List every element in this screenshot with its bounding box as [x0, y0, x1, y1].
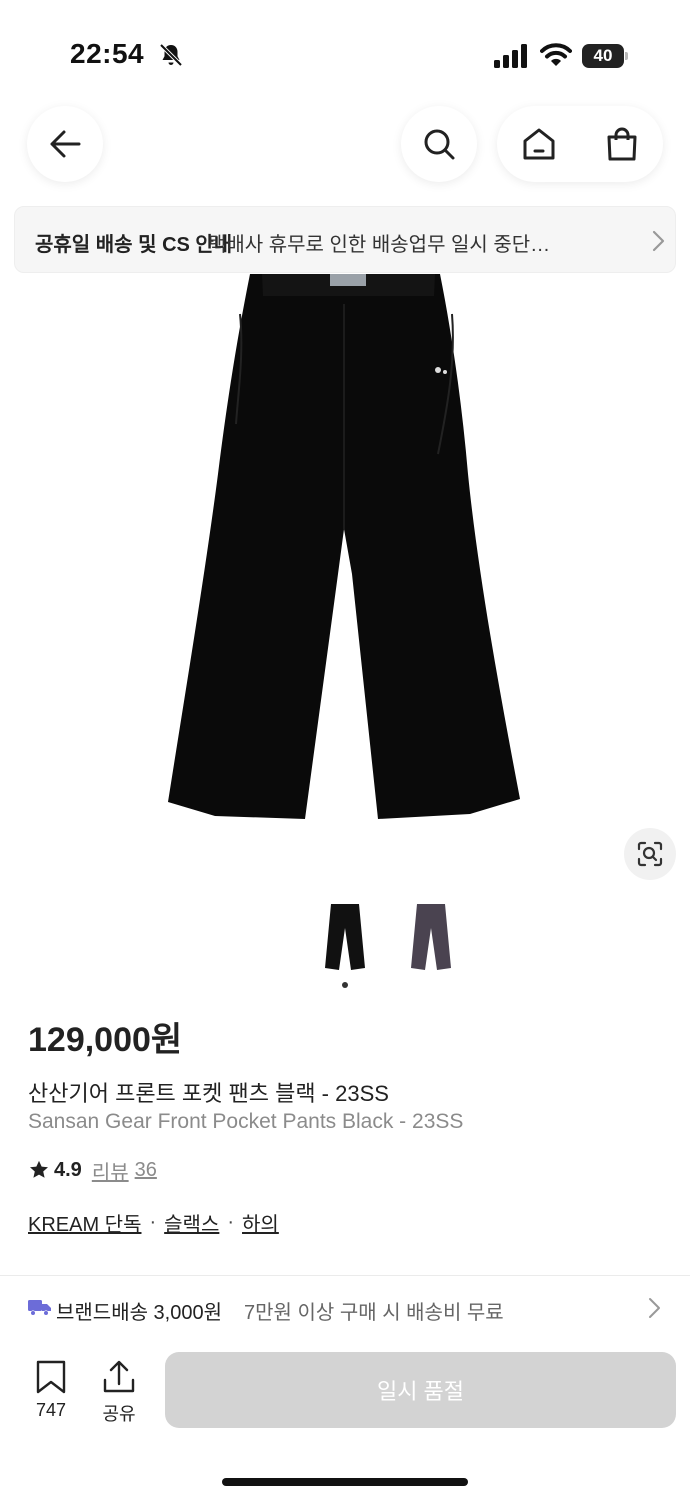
thumbnail-indicator-dot	[342, 982, 348, 988]
product-name-korean: 산산기어 프론트 포켓 팬츠 블랙 - 23SS	[28, 1081, 389, 1106]
battery-tip	[625, 52, 628, 60]
share-button[interactable]: 공유	[89, 1360, 149, 1430]
notice-banner[interactable]: 공휴일 배송 및 CS 안내 택배사 휴무로 인한 배송업무 일시 중단…	[14, 206, 676, 273]
home-button[interactable]	[497, 106, 580, 182]
status-bar: 22:54 40	[0, 0, 690, 100]
tag-separator: ·	[227, 1211, 235, 1233]
rating-row: 4.9 리뷰 36	[28, 1156, 157, 1184]
wifi-icon	[540, 43, 572, 66]
battery-level: 40	[582, 44, 624, 68]
notice-title: 공휴일 배송 및 CS 안내	[35, 234, 233, 256]
arrow-left-icon	[50, 130, 81, 158]
cart-button[interactable]	[580, 106, 663, 182]
home-icon	[523, 128, 554, 160]
tag-bottoms[interactable]: 하의	[242, 1208, 279, 1237]
chevron-right-icon	[652, 230, 665, 252]
product-tags: KREAM 단독 · 슬랙스 · 하의	[28, 1208, 279, 1237]
cellular-signal-icon	[494, 44, 527, 68]
tag-kream-exclusive[interactable]: KREAM 단독	[28, 1208, 141, 1237]
image-search-button[interactable]	[624, 828, 676, 880]
shipping-info-row[interactable]: 브랜드배송 3,000원 7만원 이상 구매 시 배송비 무료	[0, 1276, 690, 1338]
bookmark-button[interactable]: 747	[21, 1360, 81, 1430]
search-button[interactable]	[401, 106, 477, 182]
thumbnail-black[interactable]	[313, 900, 377, 974]
lens-scan-icon	[637, 841, 663, 867]
truck-icon	[28, 1300, 51, 1316]
product-image[interactable]	[0, 274, 690, 874]
nav-pill	[497, 106, 663, 182]
bookmark-icon	[36, 1360, 66, 1394]
battery-icon: 40	[582, 44, 628, 68]
search-icon	[424, 129, 455, 160]
tag-slacks[interactable]: 슬랙스	[164, 1208, 219, 1237]
shipping-fee: 브랜드배송 3,000원	[56, 1302, 223, 1324]
soldout-button[interactable]: 일시 품절	[165, 1352, 676, 1428]
status-time: 22:54	[70, 38, 145, 69]
review-count[interactable]: 36	[135, 1159, 157, 1182]
share-label: 공유	[102, 1404, 136, 1424]
review-link[interactable]: 리뷰	[92, 1156, 129, 1185]
tag-separator: ·	[149, 1211, 157, 1233]
shipping-description: 7만원 이상 구매 시 배송비 무료	[244, 1302, 504, 1324]
thumbnail-purple[interactable]	[399, 900, 463, 974]
bell-slash-icon	[159, 43, 183, 67]
back-button[interactable]	[27, 106, 103, 182]
product-name-english: Sansan Gear Front Pocket Pants Black - 2…	[28, 1110, 464, 1133]
notice-text: 택배사 휴무로 인한 배송업무 일시 중단…	[208, 234, 551, 256]
chevron-right-icon	[649, 1298, 660, 1318]
star-icon	[30, 1160, 48, 1178]
rating-value: 4.9	[54, 1158, 82, 1181]
share-icon	[103, 1360, 135, 1393]
home-indicator	[222, 1478, 468, 1486]
shopping-bag-icon	[607, 127, 636, 161]
bottom-action-bar: 747 공유 일시 품절	[0, 1338, 690, 1500]
product-price: 129,000원	[28, 1021, 183, 1059]
bookmark-count: 747	[35, 1400, 67, 1420]
